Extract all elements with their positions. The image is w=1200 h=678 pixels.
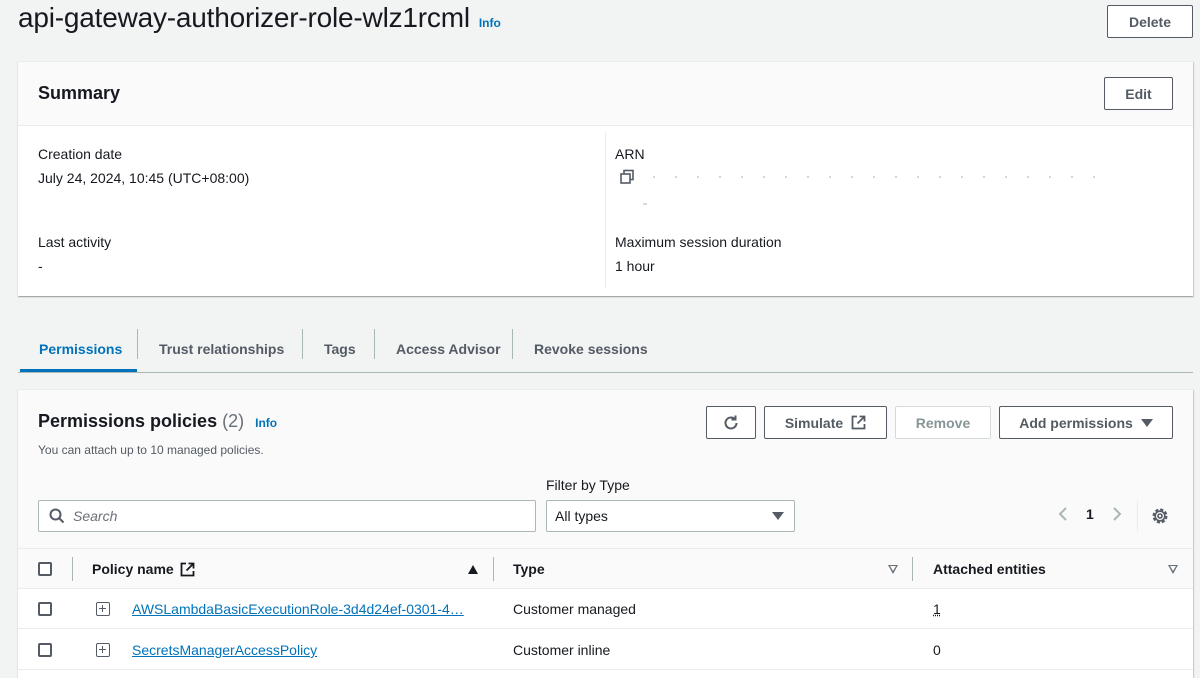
summary-panel: Summary Edit Creation date July 24, 2024… [18, 61, 1193, 296]
creation-date-label: Creation date [38, 146, 123, 162]
column-divider [605, 132, 606, 288]
refresh-button[interactable] [706, 406, 756, 439]
column-policy-name[interactable]: Policy name [92, 561, 195, 577]
attached-entities-count: 0 [933, 642, 941, 658]
page-title: api-gateway-authorizer-role-wlz1rcml [18, 2, 470, 33]
policy-type: Customer managed [513, 601, 636, 617]
active-tab-indicator [20, 369, 137, 372]
policy-name-link[interactable]: SecretsManagerAccessPolicy [132, 642, 317, 658]
tab-trust-relationships[interactable]: Trust relationships [159, 325, 284, 372]
add-permissions-button[interactable]: Add permissions [999, 406, 1173, 439]
creation-date-value: July 24, 2024, 10:45 (UTC+08:00) [38, 170, 250, 186]
policies-header: Permissions policies (2) Info You can at… [18, 390, 1193, 548]
tab-separator [302, 329, 303, 359]
simulate-button[interactable]: Simulate [764, 406, 887, 439]
expand-row-icon[interactable] [96, 602, 110, 616]
refresh-icon [724, 415, 738, 429]
tab-separator [512, 329, 513, 359]
policies-description: You can attach up to 10 managed policies… [38, 443, 264, 457]
arn-value-redacted [643, 176, 1113, 178]
attached-entities-count[interactable]: 1 [933, 601, 941, 617]
search-icon [49, 508, 65, 524]
pager-separator [1137, 500, 1138, 532]
permissions-policies-panel: Permissions policies (2) Info You can at… [18, 389, 1193, 678]
external-link-icon [851, 415, 866, 430]
delete-button[interactable]: Delete [1107, 5, 1193, 38]
table-row: AWSLambdaBasicExecutionRole-3d4d24ef-030… [18, 589, 1193, 629]
column-attached-entities[interactable]: Attached entities [933, 561, 1046, 577]
add-permissions-label: Add permissions [1019, 414, 1133, 431]
summary-title: Summary [38, 83, 121, 103]
last-activity-label: Last activity [38, 234, 112, 250]
table-row: SecretsManagerAccessPolicy Customer inli… [18, 630, 1193, 670]
caret-down-icon [1140, 418, 1153, 427]
tab-permissions[interactable]: Permissions [39, 325, 122, 372]
caret-down-icon [772, 512, 784, 520]
sort-toggle-icon[interactable] [888, 565, 898, 574]
gear-icon[interactable] [1151, 507, 1169, 525]
tab-tags[interactable]: Tags [324, 325, 356, 372]
column-separator [912, 557, 913, 581]
policies-count: (2) [222, 411, 245, 431]
policy-search[interactable] [38, 500, 536, 532]
filter-type-value: All types [555, 508, 608, 524]
tab-access-advisor[interactable]: Access Advisor [396, 325, 501, 372]
column-policy-name-label: Policy name [92, 561, 174, 577]
pagination: 1 [1058, 506, 1122, 522]
chevron-left-icon[interactable] [1058, 506, 1068, 522]
policy-name-link[interactable]: AWSLambdaBasicExecutionRole-3d4d24ef-030… [132, 601, 464, 617]
chevron-right-icon[interactable] [1112, 506, 1122, 522]
tab-separator [374, 329, 375, 359]
row-checkbox[interactable] [38, 602, 52, 616]
sort-toggle-icon[interactable] [1168, 565, 1178, 574]
search-input[interactable] [73, 508, 513, 524]
summary-header: Summary Edit [18, 62, 1193, 126]
policies-title: Permissions policies (2) Info [38, 411, 277, 432]
policies-info-link[interactable]: Info [255, 416, 277, 430]
edit-button[interactable]: Edit [1104, 77, 1173, 110]
simulate-label: Simulate [784, 414, 844, 431]
last-activity-value: - [38, 258, 43, 274]
policies-title-text: Permissions policies [38, 411, 218, 431]
column-separator [493, 557, 494, 581]
title-info-link[interactable]: Info [479, 16, 501, 30]
external-link-icon [180, 562, 195, 576]
tab-revoke-sessions[interactable]: Revoke sessions [534, 325, 648, 372]
filter-by-type-label: Filter by Type [546, 477, 630, 493]
expand-row-icon[interactable] [96, 643, 110, 657]
current-page[interactable]: 1 [1086, 506, 1094, 522]
copy-icon[interactable] [619, 169, 635, 185]
iam-role-page: api-gateway-authorizer-role-wlz1rcml Inf… [0, 0, 1200, 678]
remove-button[interactable]: Remove [895, 406, 991, 439]
sort-ascending-icon[interactable] [468, 565, 478, 574]
arn-value-redacted-line2 [643, 203, 647, 205]
column-separator [72, 557, 73, 581]
role-tabs: Permissions Trust relationships Tags Acc… [18, 325, 1193, 373]
column-type[interactable]: Type [513, 561, 545, 577]
select-all-checkbox[interactable] [38, 562, 52, 576]
row-checkbox[interactable] [38, 643, 52, 657]
page-header: api-gateway-authorizer-role-wlz1rcml Inf… [18, 2, 501, 34]
policy-type: Customer inline [513, 642, 611, 658]
filter-type-select[interactable]: All types [546, 500, 795, 532]
arn-label: ARN [615, 146, 645, 162]
policies-table-header: Policy name Type Attached entities [18, 548, 1193, 589]
tab-separator [137, 329, 138, 359]
max-session-label: Maximum session duration [615, 234, 782, 250]
max-session-value: 1 hour [615, 258, 655, 274]
